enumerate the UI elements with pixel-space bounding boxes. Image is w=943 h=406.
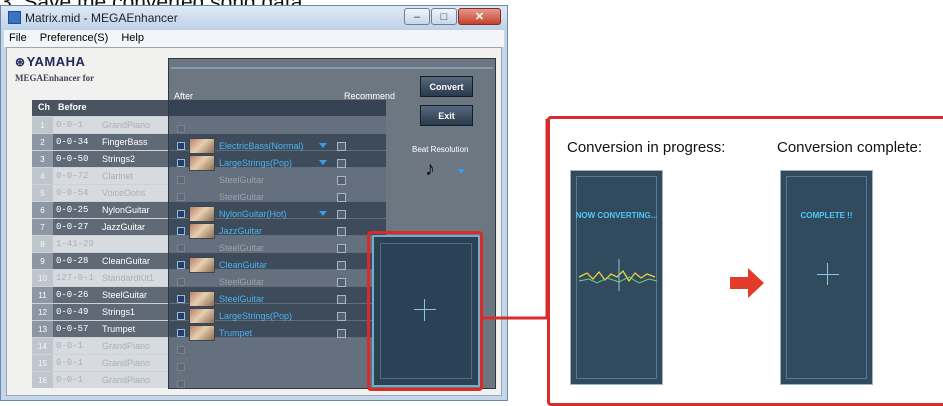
in-progress-label: Conversion in progress: — [567, 139, 726, 156]
crosshair-icon — [817, 274, 839, 275]
connector-line — [483, 119, 549, 320]
complete-screen: COMPLETE !! — [780, 170, 873, 385]
complete-label: Conversion complete: — [777, 139, 923, 156]
arrow-right-icon — [730, 268, 764, 298]
converting-text: NOW CONVERTING... — [575, 211, 658, 220]
complete-text: COMPLETE !! — [800, 211, 853, 220]
crosshair-icon-vertical — [827, 263, 828, 285]
converting-screen: NOW CONVERTING... — [570, 170, 663, 385]
waveform-icon — [578, 259, 658, 291]
